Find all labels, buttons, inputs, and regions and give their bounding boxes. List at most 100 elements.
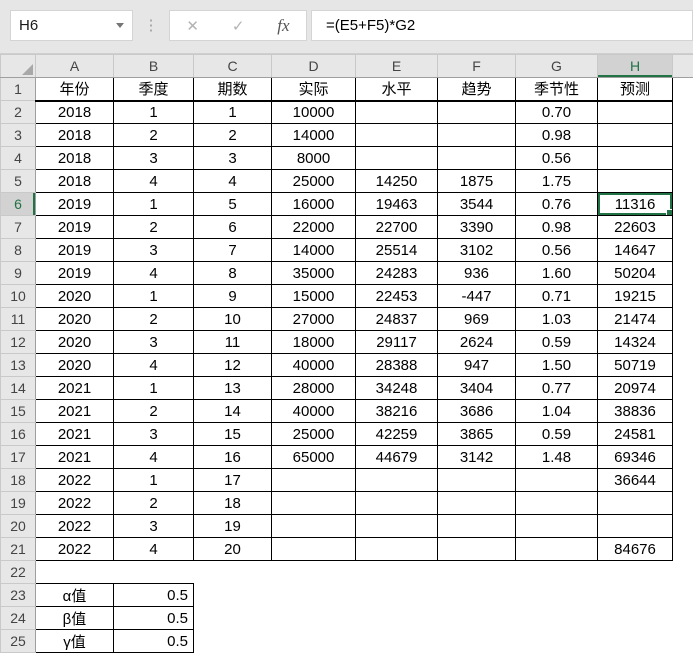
cell-D7[interactable]: 22000: [272, 216, 356, 239]
cell-C2[interactable]: 1: [194, 101, 272, 124]
column-header-H[interactable]: H: [598, 55, 673, 78]
cell-G2[interactable]: 0.70: [516, 101, 598, 124]
name-box[interactable]: H6: [10, 10, 133, 41]
cell-G8[interactable]: 0.56: [516, 239, 598, 262]
row-header-21[interactable]: 21: [1, 538, 36, 561]
cell-G18[interactable]: [516, 469, 598, 492]
cell-E8[interactable]: 25514: [356, 239, 438, 262]
cell-C24[interactable]: [194, 607, 272, 630]
cell-B6[interactable]: 1: [114, 193, 194, 216]
row-header-20[interactable]: 20: [1, 515, 36, 538]
cell-H6[interactable]: 11316: [598, 193, 673, 216]
cell-E25[interactable]: [356, 630, 438, 653]
cell-H21[interactable]: 84676: [598, 538, 673, 561]
formula-input[interactable]: =(E5+F5)*G2: [311, 10, 693, 41]
cell-F4[interactable]: [438, 147, 516, 170]
cell-C10[interactable]: 9: [194, 285, 272, 308]
cell-C1[interactable]: 期数: [194, 78, 272, 101]
row-header-24[interactable]: 24: [1, 607, 36, 630]
cell-D20[interactable]: [272, 515, 356, 538]
cell-F24[interactable]: [438, 607, 516, 630]
cell-A25[interactable]: γ值: [36, 630, 114, 653]
row-header-10[interactable]: 10: [1, 285, 36, 308]
cell-B16[interactable]: 3: [114, 423, 194, 446]
cell-C22[interactable]: [194, 561, 272, 584]
cell-E15[interactable]: 38216: [356, 400, 438, 423]
cell-G11[interactable]: 1.03: [516, 308, 598, 331]
row-header-8[interactable]: 8: [1, 239, 36, 262]
cell-F3[interactable]: [438, 124, 516, 147]
cell-B10[interactable]: 1: [114, 285, 194, 308]
row-header-13[interactable]: 13: [1, 354, 36, 377]
cell-A4[interactable]: 2018: [36, 147, 114, 170]
cell-D13[interactable]: 40000: [272, 354, 356, 377]
cell-B1[interactable]: 季度: [114, 78, 194, 101]
cell-C13[interactable]: 12: [194, 354, 272, 377]
cell-H7[interactable]: 22603: [598, 216, 673, 239]
column-header-A[interactable]: A: [36, 55, 114, 78]
cell-E5[interactable]: 14250: [356, 170, 438, 193]
column-header-D[interactable]: D: [272, 55, 356, 78]
cell-D19[interactable]: [272, 492, 356, 515]
cell-B19[interactable]: 2: [114, 492, 194, 515]
cell-H19[interactable]: [598, 492, 673, 515]
row-header-18[interactable]: 18: [1, 469, 36, 492]
cell-D24[interactable]: [272, 607, 356, 630]
cell-D22[interactable]: [272, 561, 356, 584]
cell-F21[interactable]: [438, 538, 516, 561]
cell-B14[interactable]: 1: [114, 377, 194, 400]
cell-D6[interactable]: 16000: [272, 193, 356, 216]
cell-D21[interactable]: [272, 538, 356, 561]
cell-H9[interactable]: 50204: [598, 262, 673, 285]
cell-C7[interactable]: 6: [194, 216, 272, 239]
row-header-11[interactable]: 11: [1, 308, 36, 331]
cell-D3[interactable]: 14000: [272, 124, 356, 147]
cell-F9[interactable]: 936: [438, 262, 516, 285]
select-all-corner[interactable]: [1, 55, 36, 78]
cell-G4[interactable]: 0.56: [516, 147, 598, 170]
cell-E22[interactable]: [356, 561, 438, 584]
cell-F20[interactable]: [438, 515, 516, 538]
cell-H25[interactable]: [598, 630, 673, 653]
cell-D5[interactable]: 25000: [272, 170, 356, 193]
cell-B18[interactable]: 1: [114, 469, 194, 492]
row-header-16[interactable]: 16: [1, 423, 36, 446]
cell-H12[interactable]: 14324: [598, 331, 673, 354]
cell-A17[interactable]: 2021: [36, 446, 114, 469]
cell-D9[interactable]: 35000: [272, 262, 356, 285]
cell-E18[interactable]: [356, 469, 438, 492]
cell-A11[interactable]: 2020: [36, 308, 114, 331]
row-header-14[interactable]: 14: [1, 377, 36, 400]
cell-A16[interactable]: 2021: [36, 423, 114, 446]
cell-B4[interactable]: 3: [114, 147, 194, 170]
cell-D18[interactable]: [272, 469, 356, 492]
cell-E4[interactable]: [356, 147, 438, 170]
cell-G15[interactable]: 1.04: [516, 400, 598, 423]
cell-D12[interactable]: 18000: [272, 331, 356, 354]
cell-H13[interactable]: 50719: [598, 354, 673, 377]
cell-H20[interactable]: [598, 515, 673, 538]
cell-C17[interactable]: 16: [194, 446, 272, 469]
cell-A12[interactable]: 2020: [36, 331, 114, 354]
cell-D2[interactable]: 10000: [272, 101, 356, 124]
cell-G14[interactable]: 0.77: [516, 377, 598, 400]
cancel-icon[interactable]: ✕: [186, 17, 199, 35]
cell-E21[interactable]: [356, 538, 438, 561]
cell-E11[interactable]: 24837: [356, 308, 438, 331]
cell-C8[interactable]: 7: [194, 239, 272, 262]
cell-A1[interactable]: 年份: [36, 78, 114, 101]
cell-D1[interactable]: 实际: [272, 78, 356, 101]
cell-F15[interactable]: 3686: [438, 400, 516, 423]
cell-H17[interactable]: 69346: [598, 446, 673, 469]
cell-A2[interactable]: 2018: [36, 101, 114, 124]
cell-E3[interactable]: [356, 124, 438, 147]
cell-C25[interactable]: [194, 630, 272, 653]
cell-E9[interactable]: 24283: [356, 262, 438, 285]
cell-F10[interactable]: -447: [438, 285, 516, 308]
cell-F1[interactable]: 趋势: [438, 78, 516, 101]
cell-D4[interactable]: 8000: [272, 147, 356, 170]
cell-C5[interactable]: 4: [194, 170, 272, 193]
row-header-1[interactable]: 1: [1, 78, 36, 101]
cell-F5[interactable]: 1875: [438, 170, 516, 193]
cell-H22[interactable]: [598, 561, 673, 584]
